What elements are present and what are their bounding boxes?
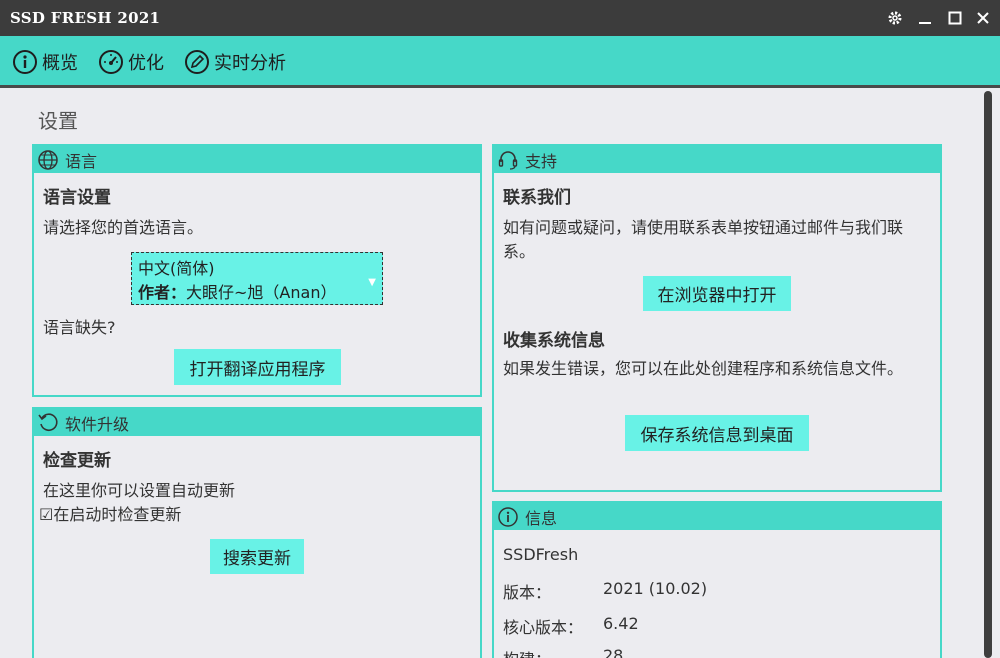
startup-check-label: 在启动时检查更新 [53,505,182,524]
contact-us-title: 联系我们 [503,188,571,208]
dropdown-caret-icon: ▼ [368,277,376,288]
page-title: 设置 [38,109,78,133]
nav-optimize[interactable]: 优化 [98,48,164,76]
minimize-icon[interactable] [915,8,935,28]
open-in-browser-button[interactable]: 在浏览器中打开 [643,276,791,311]
info-circle-icon [498,506,518,527]
update-description: 在这里你可以设置自动更新 [43,481,236,500]
product-name: SSDFresh [503,545,579,564]
check-updates-title: 检查更新 [43,451,111,471]
open-translator-button[interactable]: 打开翻译应用程序 [174,349,341,385]
search-updates-button[interactable]: 搜索更新 [210,539,304,574]
app-title: SSD FRESH 2021 [10,9,161,27]
close-icon[interactable] [973,8,993,28]
upgrade-panel-title: 软件升级 [65,414,130,434]
language-settings-title: 语言设置 [43,188,111,208]
language-panel-header: 语言 [34,146,480,173]
nav-realtime-label: 实时分析 [214,53,286,74]
info-icon [13,50,37,74]
language-select[interactable]: 中文(简体) 作者：大眼仔~旭（Anan） ▼ [131,252,383,305]
headset-icon [498,150,518,170]
author-name: 大眼仔~旭（Anan） [186,283,337,302]
core-version-label: 核心版本： [503,618,584,637]
refresh-icon [38,412,58,431]
startup-check-checkbox[interactable]: ☑在启动时检查更新 [39,503,471,527]
contact-description: 如有问题或疑问，请使用联系表单按钮通过邮件与我们联系。 [503,218,904,261]
info-panel: 信息 SSDFresh 版本： 2021 (10.02) 核心版本： 6.42 … [492,501,942,658]
nav-overview[interactable]: 概览 [12,48,78,76]
version-label: 版本： [503,583,552,602]
pencil-icon [185,50,209,74]
info-panel-title: 信息 [525,508,558,528]
core-version-value: 6.42 [603,614,639,633]
save-system-info-button[interactable]: 保存系统信息到桌面 [625,415,809,451]
language-panel-title: 语言 [65,151,98,171]
version-value: 2021 (10.02) [603,579,708,598]
build-value: 28 [603,646,624,658]
support-panel-header: 支持 [494,146,940,173]
speedometer-icon [99,50,123,74]
title-bar: SSD FRESH 2021 [0,0,1000,36]
main-nav: 概览 优化 实时分析 [0,36,1000,88]
build-label: 构建： [503,646,551,658]
author-label: 作者： [138,283,187,302]
upgrade-panel: 软件升级 检查更新 在这里你可以设置自动更新 ☑在启动时检查更新 搜索更新 [32,407,482,658]
support-panel: 支持 联系我们 如有问题或疑问，请使用联系表单按钮通过邮件与我们联系。 在浏览器… [492,144,942,492]
settings-content: 设置 语言 语言设置 请选择您的首选语言。 中文(简体) 作者：大眼仔~旭（An… [0,91,1000,658]
settings-gear-icon[interactable] [885,8,905,28]
selected-language: 中文(简体) [138,259,215,278]
collect-system-info-title: 收集系统信息 [503,331,605,351]
maximize-icon[interactable] [945,8,965,28]
missing-language-text: 语言缺失? [43,318,116,337]
support-panel-title: 支持 [525,151,558,171]
checkbox-checked-icon: ☑ [39,505,54,524]
language-description: 请选择您的首选语言。 [43,218,204,237]
language-panel: 语言 语言设置 请选择您的首选语言。 中文(简体) 作者：大眼仔~旭（Anan）… [32,144,482,397]
info-panel-header: 信息 [494,503,940,530]
nav-optimize-label: 优化 [128,53,164,74]
upgrade-panel-header: 软件升级 [34,409,480,436]
globe-icon [38,149,58,170]
collect-description: 如果发生错误，您可以在此处创建程序和系统信息文件。 [503,359,904,378]
nav-realtime[interactable]: 实时分析 [184,48,286,76]
vertical-scrollbar[interactable] [984,91,992,658]
nav-overview-label: 概览 [42,53,78,74]
